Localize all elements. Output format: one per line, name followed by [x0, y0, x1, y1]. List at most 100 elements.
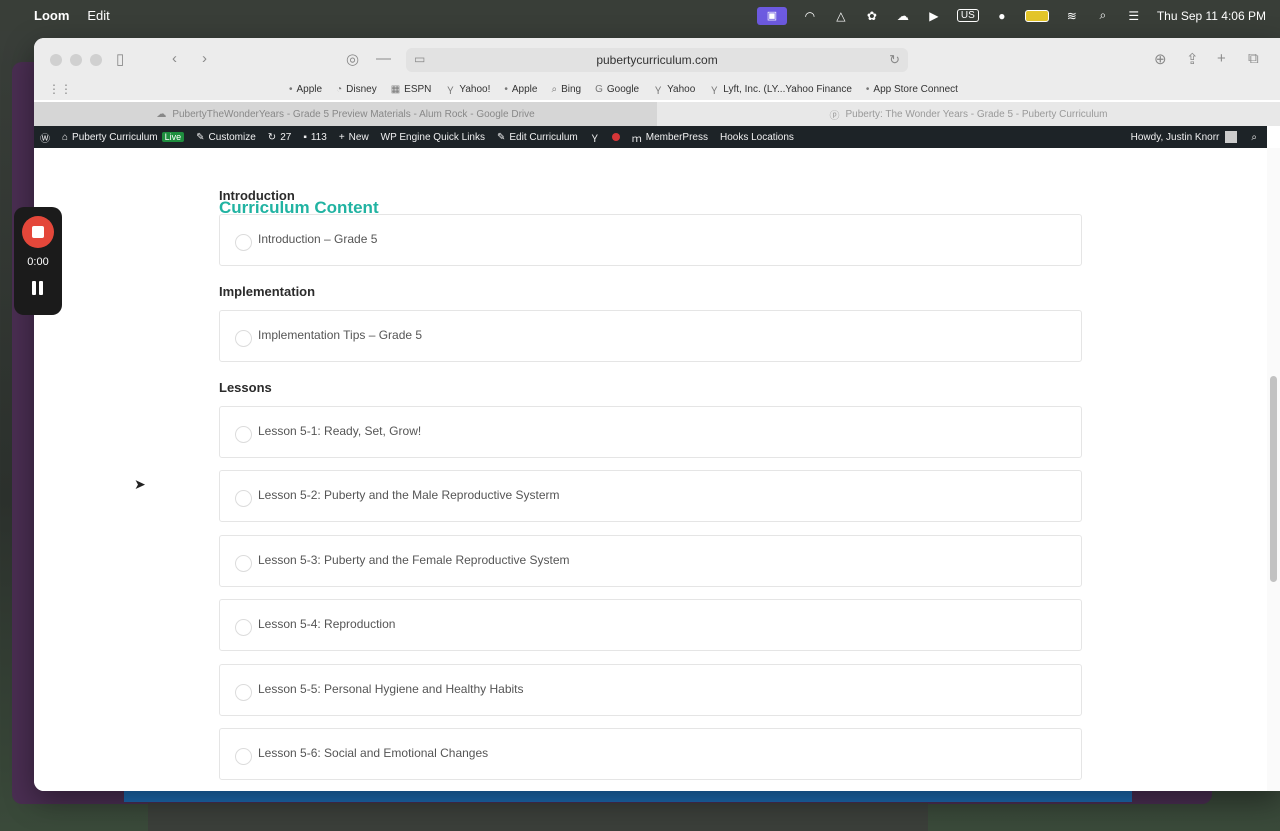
- cloud-icon[interactable]: ☁: [895, 8, 911, 24]
- reload-icon[interactable]: ↻: [889, 52, 900, 68]
- bookmark-item[interactable]: ⌕ Bing: [551, 82, 581, 97]
- lesson-card[interactable]: Implementation Tips – Grade 5: [219, 310, 1082, 362]
- bookmark-label: ESPN: [404, 84, 432, 95]
- window-controls: [50, 54, 102, 66]
- completion-circle-icon[interactable]: [235, 425, 252, 443]
- airdrop-icon[interactable]: ◠: [802, 8, 818, 24]
- plus-icon: +: [338, 131, 345, 143]
- lesson-card[interactable]: Lesson 5-5: Personal Hygiene and Healthy…: [219, 664, 1082, 716]
- browser-toolbar: ▯ ‹ › ◎ — ▭ pubertycurriculum.com ↻ ⊕ ⇪ …: [34, 38, 1280, 82]
- scrollbar-thumb[interactable]: [1270, 376, 1277, 582]
- search-icon[interactable]: ⌕: [1251, 132, 1257, 143]
- bookmark-item[interactable]: • Apple: [504, 82, 537, 97]
- bookmark-label: Yahoo!: [459, 84, 491, 95]
- bookmark-item[interactable]: Ｙ Yahoo!: [445, 82, 490, 97]
- wp-edit-curriculum[interactable]: ✎ Edit Curriculum: [497, 132, 578, 143]
- bookmark-favicon-icon: •: [504, 84, 508, 95]
- bookmark-item[interactable]: Ｙ Yahoo: [653, 82, 695, 97]
- bookmark-item[interactable]: Ｙ Lyft, Inc. (LY...Yahoo Finance: [709, 82, 852, 97]
- completion-circle-icon[interactable]: [235, 618, 252, 636]
- bookmark-item[interactable]: ◔ Disney: [336, 82, 377, 97]
- page-scrollbar[interactable]: [1267, 148, 1280, 791]
- drive-favicon-icon: ☁: [156, 108, 167, 120]
- seo-status-dot[interactable]: [611, 133, 620, 141]
- page-menu-icon[interactable]: ▭: [414, 52, 425, 66]
- privacy-report-icon[interactable]: ◎: [346, 50, 359, 68]
- live-badge: Live: [161, 132, 185, 142]
- tab-overview-icon[interactable]: ⧉: [1248, 50, 1259, 67]
- completion-circle-icon[interactable]: [235, 683, 252, 701]
- share-icon[interactable]: ⇪: [1186, 50, 1199, 68]
- minimize-window-button[interactable]: [70, 54, 82, 66]
- lesson-title: Lesson 5-6: Social and Emotional Changes: [258, 746, 489, 760]
- stop-recording-button[interactable]: [22, 216, 54, 248]
- mouse-cursor-icon: ➤: [134, 476, 146, 492]
- downloads-icon[interactable]: ⊕: [1154, 50, 1167, 68]
- new-tab-icon[interactable]: +: [1217, 50, 1226, 67]
- wordpress-logo-icon[interactable]: Ⓦ: [40, 130, 50, 145]
- drive-icon[interactable]: △: [833, 8, 849, 24]
- sidebar-toggle-icon[interactable]: ▯: [116, 50, 124, 68]
- lesson-card[interactable]: Introduction – Grade 5: [219, 214, 1082, 266]
- zoom-window-button[interactable]: [90, 54, 102, 66]
- bookmark-item[interactable]: • Apple: [289, 82, 322, 97]
- memberpress-label: MemberPress: [645, 131, 708, 143]
- wp-hooks-locations[interactable]: Hooks Locations: [720, 132, 794, 143]
- back-icon[interactable]: ‹: [172, 50, 177, 67]
- bookmark-item[interactable]: G Google: [595, 82, 639, 97]
- wp-site-name-label: Puberty Curriculum: [72, 131, 158, 143]
- bookmark-favicon-icon: ▦: [390, 84, 401, 95]
- lesson-card[interactable]: Lesson 5-6: Social and Emotional Changes: [219, 728, 1082, 780]
- wp-customize[interactable]: ✎ Customize: [196, 132, 256, 143]
- wp-updates[interactable]: ↻ 27: [268, 132, 292, 143]
- bookmark-favicon-icon: •: [865, 84, 870, 95]
- wp-new[interactable]: + New: [339, 132, 369, 143]
- tab-puberty-curriculum[interactable]: ⓟ Puberty: The Wonder Years - Grade 5 - …: [657, 102, 1280, 126]
- tab-group-icon[interactable]: —: [376, 50, 391, 67]
- comments-count: 113: [310, 131, 327, 143]
- bookmark-label: Yahoo: [667, 84, 696, 95]
- forward-icon[interactable]: ›: [202, 50, 207, 67]
- brush-icon: ✎: [196, 131, 205, 143]
- completion-circle-icon[interactable]: [235, 747, 252, 765]
- control-center-icon[interactable]: ☰: [1126, 8, 1142, 24]
- group-heading: Implementation: [219, 284, 316, 299]
- completion-circle-icon[interactable]: [235, 489, 252, 507]
- completion-circle-icon[interactable]: [235, 233, 252, 251]
- wp-memberpress[interactable]: ｍ MemberPress: [632, 130, 708, 145]
- yoast-icon[interactable]: Ｙ: [590, 130, 600, 145]
- address-bar[interactable]: ▭ pubertycurriculum.com ↻: [406, 48, 908, 72]
- lesson-card[interactable]: Lesson 5-4: Reproduction: [219, 599, 1082, 651]
- battery-icon[interactable]: [1024, 9, 1049, 22]
- wp-site-name[interactable]: ⌂ Puberty Curriculum Live: [62, 131, 185, 143]
- wp-comments[interactable]: ▪ 113: [303, 132, 327, 143]
- tab-google-drive[interactable]: ☁ PubertyTheWonderYears - Grade 5 Previe…: [34, 102, 657, 126]
- lesson-title: Lesson 5-1: Ready, Set, Grow!: [258, 424, 422, 438]
- howdy-label: Howdy, Justin Knorr: [1130, 131, 1220, 143]
- openai-icon[interactable]: ✿: [864, 8, 880, 24]
- bookmark-label: Apple: [296, 84, 323, 95]
- apps-grid-icon[interactable]: ⋮⋮: [48, 82, 72, 96]
- completion-circle-icon[interactable]: [235, 554, 252, 572]
- lesson-card[interactable]: Lesson 5-1: Ready, Set, Grow!: [219, 406, 1082, 458]
- pause-icon[interactable]: [31, 281, 45, 295]
- bookmark-item[interactable]: • App Store Connect: [866, 82, 958, 97]
- lesson-card[interactable]: Lesson 5-2: Puberty and the Male Reprodu…: [219, 470, 1082, 522]
- screen-share-icon[interactable]: ▣: [756, 6, 787, 25]
- comment-icon: ▪: [303, 131, 307, 143]
- lesson-title: Lesson 5-5: Personal Hygiene and Healthy…: [258, 682, 524, 696]
- play-icon[interactable]: ▶: [926, 8, 942, 24]
- wp-account-menu[interactable]: Howdy, Justin Knorr ⌕: [1131, 131, 1257, 143]
- search-icon[interactable]: ⌕: [1095, 8, 1111, 24]
- bookmark-item[interactable]: ▦ ESPN: [391, 82, 432, 97]
- wifi-icon[interactable]: ≋: [1064, 8, 1080, 24]
- close-window-button[interactable]: [50, 54, 62, 66]
- user-icon[interactable]: ●: [994, 8, 1010, 24]
- menu-app-name[interactable]: Loom: [34, 8, 69, 23]
- lesson-card[interactable]: Lesson 5-3: Puberty and the Female Repro…: [219, 535, 1082, 587]
- input-source-indicator[interactable]: US: [956, 9, 979, 22]
- completion-circle-icon[interactable]: [235, 329, 252, 347]
- wp-engine-quick-links[interactable]: WP Engine Quick Links: [381, 132, 485, 143]
- menubar-clock[interactable]: Thu Sep 11 4:06 PM: [1157, 9, 1266, 23]
- menu-edit[interactable]: Edit: [87, 8, 109, 23]
